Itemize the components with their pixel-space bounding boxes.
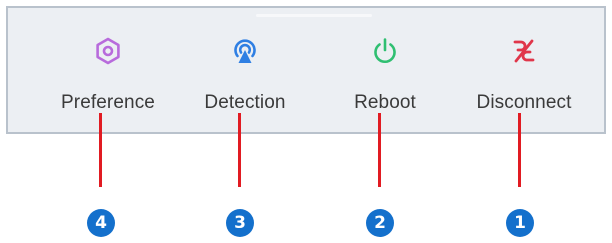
disconnect-button[interactable]: Disconnect (464, 8, 584, 132)
preference-button[interactable]: Preference (48, 8, 168, 132)
annotated-screenshot: Preference Detection Reboot Disconnect 4… (0, 0, 612, 243)
preference-label: Preference (61, 92, 155, 113)
disconnect-label: Disconnect (476, 92, 572, 113)
reboot-label: Reboot (354, 92, 416, 113)
callout-badge-1: 1 (506, 209, 534, 237)
callout-badge-3: 3 (226, 209, 254, 237)
power-icon (370, 36, 400, 66)
toolbar: Preference Detection Reboot Disconnect (6, 6, 606, 134)
callout-line-1 (518, 113, 521, 187)
callout-badge-4: 4 (87, 209, 115, 237)
callout-badge-2: 2 (366, 209, 394, 237)
reboot-button[interactable]: Reboot (325, 8, 445, 132)
detection-button[interactable]: Detection (185, 8, 305, 132)
hexagon-settings-icon (93, 36, 123, 66)
callout-line-2 (378, 113, 381, 187)
unlink-icon (509, 36, 539, 66)
callout-line-4 (99, 113, 102, 187)
wireless-detection-icon (230, 36, 260, 66)
detection-label: Detection (204, 92, 286, 113)
callout-line-3 (238, 113, 241, 187)
